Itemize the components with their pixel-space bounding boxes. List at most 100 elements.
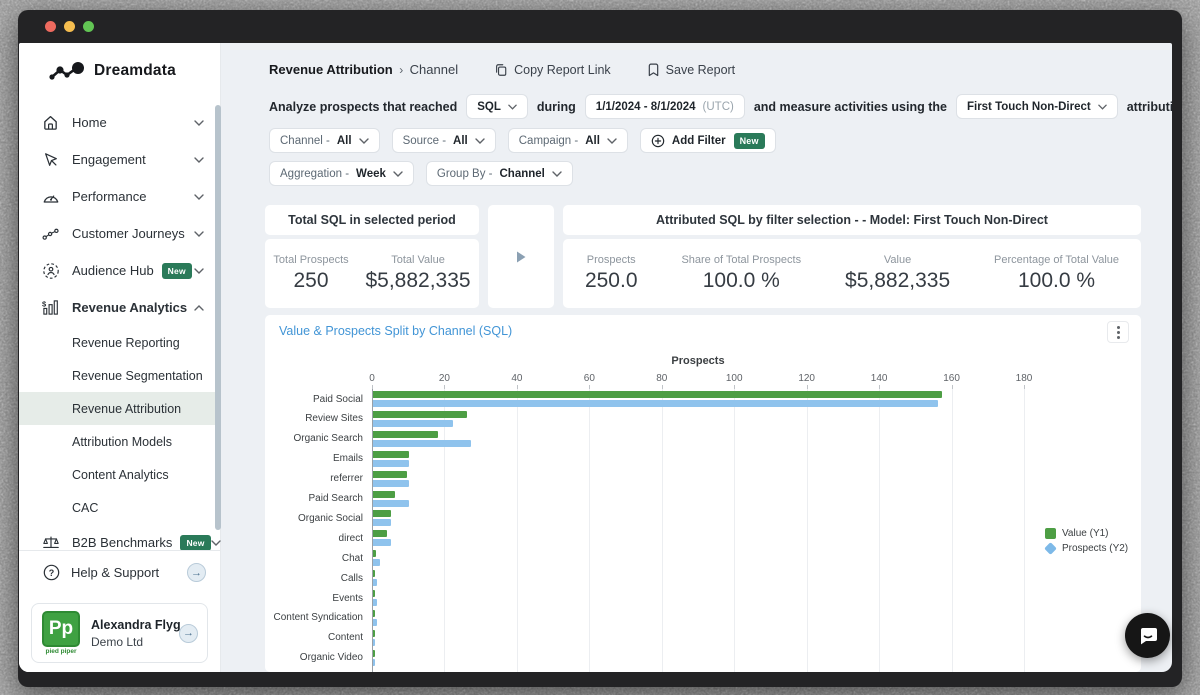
account-arrow-icon[interactable]: →	[179, 624, 198, 643]
prospects-metric: Prospects 250.0	[585, 254, 638, 293]
minimize-window-button[interactable]	[64, 21, 75, 32]
category-label: Emails	[265, 453, 363, 464]
attribution-model-select[interactable]: First Touch Non-Direct	[956, 94, 1118, 119]
chart-menu-button[interactable]	[1107, 321, 1129, 343]
category-label: Organic Social	[265, 513, 363, 524]
prospects-bar[interactable]	[373, 460, 409, 467]
value-bar[interactable]	[373, 411, 467, 418]
app-content: Dreamdata HomeEngagementPerformanceCusto…	[19, 43, 1172, 672]
value-bar[interactable]	[373, 451, 409, 458]
query-sentence: Analyze prospects that reached SQL durin…	[269, 94, 1172, 119]
prospects-bar[interactable]	[373, 519, 391, 526]
sidebar-item-performance[interactable]: Performance	[19, 178, 220, 215]
prospects-series-marker	[1044, 542, 1057, 555]
save-report-button[interactable]: Save Report	[647, 63, 735, 77]
gridline	[1024, 389, 1025, 672]
prospects-bar[interactable]	[373, 659, 375, 666]
breadcrumb-parent[interactable]: Revenue Attribution	[269, 62, 393, 77]
svg-text:$: $	[42, 300, 47, 309]
prospects-bar[interactable]	[373, 539, 391, 546]
axis-tick-label: 180	[1016, 373, 1033, 384]
filter-chip-campaign[interactable]: Campaign -All	[508, 128, 628, 153]
gridline	[517, 389, 518, 672]
prospects-bar[interactable]	[373, 500, 409, 507]
filter-chip-source[interactable]: Source -All	[392, 128, 496, 153]
chevron-down-icon	[508, 104, 517, 110]
sidebar-subitem-revenue-reporting[interactable]: Revenue Reporting	[19, 326, 220, 359]
prospects-bar[interactable]	[373, 599, 377, 606]
filter-chip-channel[interactable]: Channel -All	[269, 128, 380, 153]
sidebar-item-revenue-analytics[interactable]: $Revenue Analytics	[19, 289, 220, 326]
value-bar[interactable]	[373, 610, 375, 617]
breadcrumb-separator: ›	[399, 63, 403, 77]
gridline	[589, 389, 590, 672]
stage-select[interactable]: SQL	[466, 94, 528, 119]
sidebar-item-audience-hub[interactable]: Audience HubNew	[19, 252, 220, 289]
value-bar[interactable]	[373, 650, 375, 657]
date-range-select[interactable]: 1/1/2024 - 8/1/2024 (UTC)	[585, 94, 745, 119]
chevron-up-icon	[194, 305, 204, 311]
dreamdata-logo-icon	[49, 60, 85, 82]
new-badge: New	[734, 133, 765, 149]
total-prospects-metric: Total Prospects 250	[273, 254, 348, 293]
prospects-bar[interactable]	[373, 619, 377, 626]
add-filter-button[interactable]: Add FilterNew	[640, 128, 776, 153]
legend-prospects-entry[interactable]: Prospects (Y2)	[1045, 543, 1128, 554]
attributed-sql-card: Attributed SQL by filter selection - - M…	[563, 205, 1141, 308]
sidebar-item-engagement[interactable]: Engagement	[19, 141, 220, 178]
sidebar-subitem-revenue-segmentation[interactable]: Revenue Segmentation	[19, 359, 220, 392]
expand-panel-button[interactable]	[488, 205, 554, 308]
dreamdata-logo[interactable]: Dreamdata	[49, 60, 176, 82]
sidebar-item-home[interactable]: Home	[19, 104, 220, 141]
value-bar[interactable]	[373, 431, 438, 438]
prospects-bar[interactable]	[373, 400, 938, 407]
grouping-chips-row: Aggregation -Week Group By -Channel	[269, 161, 573, 186]
filter-chip-aggregation[interactable]: Aggregation -Week	[269, 161, 414, 186]
category-label: Organic Video	[265, 652, 363, 663]
sidebar-item-customer-journeys[interactable]: Customer Journeys	[19, 215, 220, 252]
sidebar-subitem-attribution-models[interactable]: Attribution Models	[19, 425, 220, 458]
value-bar[interactable]	[373, 590, 375, 597]
copy-report-link-button[interactable]: Copy Report Link	[494, 63, 611, 77]
prospects-bar[interactable]	[373, 480, 409, 487]
prospects-bar[interactable]	[373, 559, 380, 566]
axis-tick-label: 20	[439, 373, 450, 384]
value-bar[interactable]	[373, 491, 395, 498]
user-company: Demo Ltd	[91, 635, 169, 649]
zoom-window-button[interactable]	[83, 21, 94, 32]
prospects-bar[interactable]	[373, 420, 453, 427]
chat-launcher-button[interactable]	[1125, 613, 1170, 658]
gridline	[662, 389, 663, 672]
chart-axis-title: Prospects	[372, 355, 1024, 367]
value-bar[interactable]	[373, 530, 387, 537]
percentage-of-total-value-metric: Percentage of Total Value 100.0 %	[994, 254, 1119, 293]
axis-tick-label: 60	[584, 373, 595, 384]
sidebar-scrollbar-thumb[interactable]	[215, 105, 221, 530]
value-bar[interactable]	[373, 471, 407, 478]
chart-title[interactable]: Value & Prospects Split by Channel (SQL)	[279, 324, 512, 338]
legend-value-entry[interactable]: Value (Y1)	[1045, 528, 1128, 539]
help-support-button[interactable]: ? Help & Support →	[19, 550, 220, 594]
help-arrow-icon[interactable]: →	[187, 563, 206, 582]
prospects-bar[interactable]	[373, 440, 471, 447]
chevron-down-icon	[194, 194, 204, 200]
user-account-card[interactable]: Pp pied piper Alexandra Flyg... Demo Ltd…	[31, 603, 208, 663]
filter-chip-group-by[interactable]: Group By -Channel	[426, 161, 573, 186]
sidebar-subitem-content-analytics[interactable]: Content Analytics	[19, 458, 220, 491]
window-titlebar	[18, 10, 1182, 43]
value-bar[interactable]	[373, 570, 375, 577]
chevron-down-icon	[194, 157, 204, 163]
share-of-total-prospects-metric: Share of Total Prospects 100.0 %	[681, 254, 801, 293]
pied-piper-logo-icon: Pp	[42, 611, 80, 647]
prospects-bar[interactable]	[373, 579, 377, 586]
sidebar-subitem-revenue-attribution[interactable]: Revenue Attribution	[19, 392, 220, 425]
category-label: Content	[265, 632, 363, 643]
prospects-bar[interactable]	[373, 639, 375, 646]
close-window-button[interactable]	[45, 21, 56, 32]
value-bar[interactable]	[373, 550, 376, 557]
chevron-down-icon	[194, 231, 204, 237]
value-bar[interactable]	[373, 510, 391, 517]
value-bar[interactable]	[373, 391, 942, 398]
sidebar-subitem-cac[interactable]: CAC	[19, 491, 220, 524]
value-bar[interactable]	[373, 630, 375, 637]
